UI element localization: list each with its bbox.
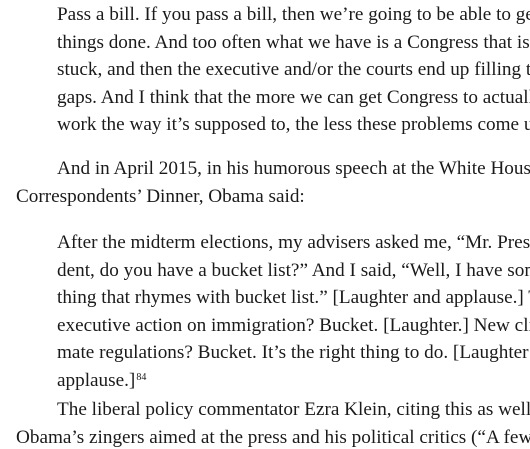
block-quote-pass-a-bill: Pass a bill. If you pass a bill, then we…	[57, 1, 530, 139]
paragraph-2-line-1: The liberal policy commentator Ezra Klei…	[57, 399, 530, 420]
block-quote-bucket-list: After the midterm elections, my advisers…	[57, 229, 530, 395]
quote-1-line-2: things done. And too often what we have …	[57, 31, 530, 53]
quote-1-line-5: work the way it’s supposed to, the less …	[57, 111, 530, 139]
quote-2-line-6: applause.]84	[57, 367, 509, 395]
quote-2-line-6-text: applause.]	[57, 369, 136, 391]
paragraph-1-line-1: And in April 2015, in his humorous speec…	[57, 158, 530, 179]
paragraph-1-line-2: Correspondents’ Dinner, Obama said:	[16, 185, 305, 207]
paragraph-white-house-dinner: And in April 2015, in his humorous speec…	[16, 155, 530, 210]
quote-1-line-1: Pass a bill. If you pass a bill, then we…	[57, 4, 530, 25]
quote-2-line-5: mate regulations? Bucket. It’s the right…	[57, 342, 530, 363]
quote-2-line-2: dent, do you have a bucket list?” And I …	[57, 259, 530, 281]
quote-2-line-3: thing that rhymes with bucket list.” [La…	[57, 287, 530, 308]
paragraph-2-line-2: Obama’s zingers aimed at the press and h…	[16, 426, 530, 448]
quote-1-line-3: stuck, and then the executive and/or the…	[57, 59, 530, 80]
document-page: Pass a bill. If you pass a bill, then we…	[0, 0, 530, 449]
quote-1-line-5-text: work the way it’s supposed to, the less …	[57, 114, 530, 135]
paragraph-ezra-klein: The liberal policy commentator Ezra Klei…	[16, 396, 530, 449]
footnote-marker-84: 84	[136, 371, 147, 383]
quote-2-line-1: After the midterm elections, my advisers…	[57, 232, 530, 253]
quote-2-line-4: executive action on immigration? Bucket.…	[57, 314, 530, 336]
quote-1-line-4: gaps. And I think that the more we can g…	[57, 86, 530, 108]
